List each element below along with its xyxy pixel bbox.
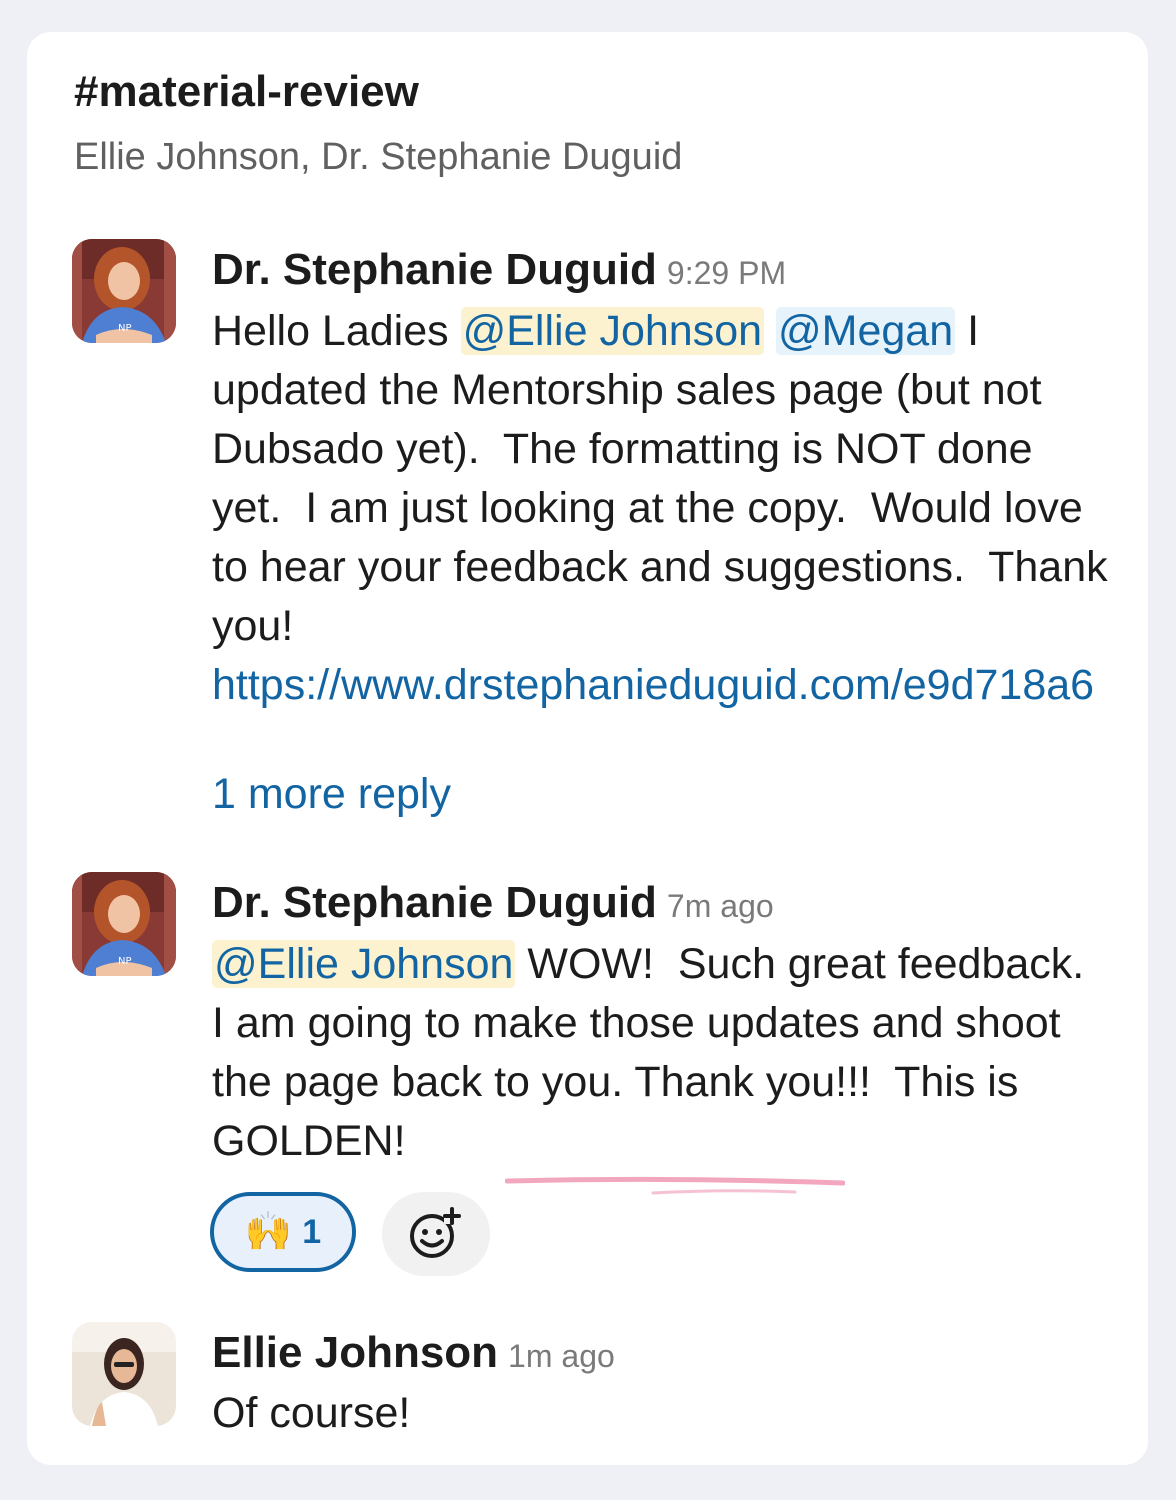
- message-header: Ellie Johnson 1m ago: [212, 1328, 615, 1388]
- message-text-part: I updated the Mentorship sales page (but…: [212, 307, 1108, 650]
- more-replies-link[interactable]: 1 more reply: [212, 766, 451, 822]
- mention-megan[interactable]: @Megan: [775, 307, 956, 355]
- add-reaction-icon: [410, 1207, 461, 1258]
- mention-ellie-johnson[interactable]: @Ellie Johnson: [460, 307, 765, 355]
- timestamp[interactable]: 9:29 PM: [667, 255, 786, 291]
- author-name[interactable]: Dr. Stephanie Duguid: [212, 878, 657, 927]
- author-name[interactable]: Dr. Stephanie Duguid: [212, 245, 657, 294]
- avatar-stephanie[interactable]: NP: [72, 872, 176, 976]
- message-header: Dr. Stephanie Duguid 7m ago: [212, 878, 774, 938]
- reaction-count: 1: [302, 1212, 322, 1251]
- svg-text:NP: NP: [118, 956, 132, 967]
- message-header: Dr. Stephanie Duguid 9:29 PM: [212, 245, 786, 305]
- channel-title[interactable]: #material-review: [74, 66, 419, 118]
- message-text-part: Hello Ladies: [212, 307, 461, 355]
- timestamp[interactable]: 7m ago: [667, 888, 774, 924]
- author-name[interactable]: Ellie Johnson: [212, 1328, 498, 1377]
- raised-hands-icon: 🙌: [244, 1211, 293, 1253]
- thread-card: #material-review Ellie Johnson, Dr. Step…: [27, 32, 1148, 1465]
- message-text: Hello Ladies @Ellie Johnson @Megan I upd…: [212, 302, 1117, 715]
- timestamp[interactable]: 1m ago: [508, 1338, 615, 1374]
- message-link[interactable]: https://www.drstephanieduguid.com/e9d718…: [212, 661, 1094, 709]
- avatar-stephanie[interactable]: NP: [72, 239, 176, 343]
- svg-text:NP: NP: [118, 323, 132, 334]
- mention-ellie-johnson[interactable]: @Ellie Johnson: [212, 940, 516, 988]
- message-text: Of course!: [212, 1389, 411, 1437]
- add-reaction-button[interactable]: [382, 1192, 490, 1276]
- avatar-ellie[interactable]: [72, 1322, 176, 1426]
- reaction-raised-hands[interactable]: 🙌 1: [210, 1192, 356, 1272]
- highlight-underline: [505, 1176, 845, 1195]
- channel-participants: Ellie Johnson, Dr. Stephanie Duguid: [74, 136, 683, 178]
- message-text: @Ellie Johnson WOW! Such great feedback.…: [212, 935, 1117, 1171]
